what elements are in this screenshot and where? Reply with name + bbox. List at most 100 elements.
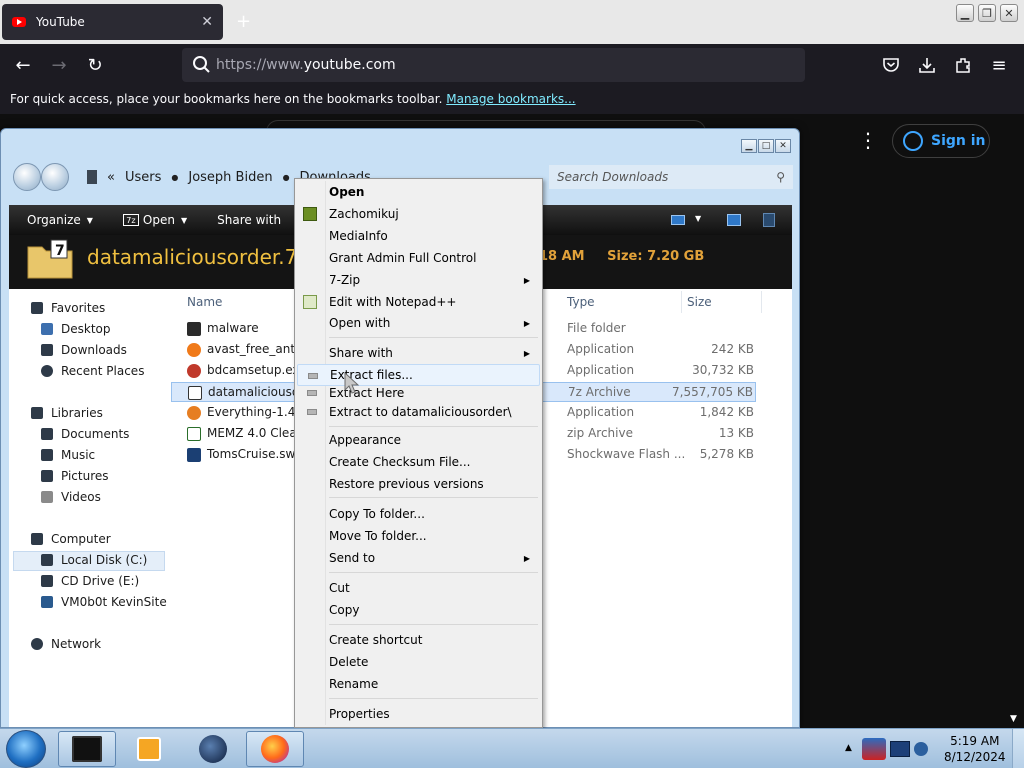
- desktop-icon: [41, 323, 53, 335]
- menu-appearance[interactable]: Appearance: [297, 429, 540, 451]
- menu-share-with[interactable]: Share with ▶: [297, 342, 540, 364]
- tray-network-icon[interactable]: [914, 742, 928, 756]
- nav-libraries[interactable]: Libraries: [31, 404, 103, 422]
- scroll-down-arrow-icon[interactable]: ▼: [1010, 714, 1017, 724]
- pocket-icon[interactable]: [878, 52, 904, 78]
- sign-in-button[interactable]: Sign in: [892, 124, 990, 158]
- menu-edit-notepad[interactable]: Edit with Notepad++: [297, 291, 540, 313]
- nav-documents[interactable]: Documents: [41, 425, 129, 443]
- taskbar-explorer-button[interactable]: [58, 731, 116, 767]
- help-icon[interactable]: [763, 213, 775, 227]
- file-type: Application: [567, 342, 635, 356]
- file-name: malware: [207, 321, 259, 335]
- tray-app-icon[interactable]: [862, 738, 886, 760]
- column-header-type[interactable]: Type: [567, 295, 595, 309]
- breadcrumb-separator-icon[interactable]: ●: [171, 173, 178, 182]
- breadcrumb-users[interactable]: Users: [125, 170, 161, 185]
- nav-vm-site[interactable]: VM0b0t KevinSite: [41, 593, 167, 611]
- menu-properties[interactable]: Properties: [297, 703, 540, 725]
- start-button[interactable]: [6, 730, 46, 768]
- nav-recent-places[interactable]: Recent Places: [41, 362, 144, 380]
- overflow-chevron-icon[interactable]: «: [107, 170, 115, 185]
- nav-network[interactable]: Network: [31, 635, 101, 653]
- new-tab-icon[interactable]: +: [236, 11, 251, 32]
- menu-open[interactable]: Open: [297, 181, 540, 203]
- black-box-icon: [72, 736, 102, 762]
- forward-arrow-icon[interactable]: →: [46, 52, 72, 78]
- menu-7zip[interactable]: 7-Zip ▶: [297, 269, 540, 291]
- nav-music[interactable]: Music: [41, 446, 95, 464]
- show-hidden-icons-arrow[interactable]: ▲: [845, 743, 852, 753]
- more-options-icon[interactable]: ⋮: [858, 128, 878, 152]
- column-header-name[interactable]: Name: [187, 295, 222, 309]
- forward-button[interactable]: [41, 163, 69, 191]
- breadcrumb-separator-icon[interactable]: ●: [283, 173, 290, 182]
- menu-create-shortcut[interactable]: Create shortcut: [297, 629, 540, 651]
- nav-downloads[interactable]: Downloads: [41, 341, 127, 359]
- menu-zachomikuj[interactable]: Zachomikuj: [297, 203, 540, 225]
- open-button[interactable]: 7z Open ▼: [122, 213, 187, 227]
- organize-button[interactable]: Organize ▼: [27, 213, 93, 227]
- view-dropdown-icon[interactable]: ▼: [695, 214, 701, 223]
- url-bar[interactable]: https://www.youtube.com: [182, 48, 805, 82]
- column-divider[interactable]: [681, 291, 682, 313]
- menu-grant-admin[interactable]: Grant Admin Full Control: [297, 247, 540, 269]
- menu-delete[interactable]: Delete: [297, 651, 540, 673]
- restore-window-button[interactable]: ❐: [978, 4, 996, 22]
- browser-nav-bar: ← → ↻ https://www.youtube.com ≡: [0, 44, 1024, 86]
- search-downloads-input[interactable]: Search Downloads ⚲: [549, 165, 793, 189]
- explorer-close-button[interactable]: ✕: [775, 139, 791, 153]
- menu-mediainfo[interactable]: MediaInfo: [297, 225, 540, 247]
- tab-youtube[interactable]: YouTube ✕: [2, 4, 223, 40]
- nav-videos[interactable]: Videos: [41, 488, 101, 506]
- menu-copy[interactable]: Copy: [297, 599, 540, 621]
- column-header-size[interactable]: Size: [687, 295, 712, 309]
- tray-monitor-icon[interactable]: [890, 741, 910, 757]
- extensions-icon[interactable]: [950, 52, 976, 78]
- menu-move-to-folder[interactable]: Move To folder...: [297, 525, 540, 547]
- nav-computer[interactable]: Computer: [31, 530, 111, 548]
- menu-extract-to[interactable]: Extract to datamaliciousorder\: [297, 401, 540, 423]
- menu-open-with[interactable]: Open with ▶: [297, 312, 540, 334]
- nav-desktop[interactable]: Desktop: [41, 320, 111, 338]
- menu-copy-to-folder[interactable]: Copy To folder...: [297, 503, 540, 525]
- libraries-icon: [31, 407, 43, 419]
- preview-pane-icon[interactable]: [727, 214, 741, 226]
- explorer-minimize-button[interactable]: ▁: [741, 139, 757, 153]
- share-with-button[interactable]: Share with: [217, 213, 281, 227]
- downloads-icon[interactable]: [914, 52, 940, 78]
- hamburger-menu-icon[interactable]: ≡: [986, 52, 1012, 78]
- menu-separator: [329, 337, 538, 338]
- explorer-maximize-button[interactable]: □: [758, 139, 774, 153]
- menu-cut[interactable]: Cut: [297, 577, 540, 599]
- menu-restore-versions[interactable]: Restore previous versions: [297, 473, 540, 495]
- reload-icon[interactable]: ↻: [82, 52, 108, 78]
- file-name: TomsCruise.swf: [207, 447, 300, 461]
- menu-create-checksum[interactable]: Create Checksum File...: [297, 451, 540, 473]
- manage-bookmarks-link[interactable]: Manage bookmarks...: [446, 92, 575, 106]
- nav-favorites[interactable]: Favorites: [31, 299, 105, 317]
- computer-icon: [31, 533, 43, 545]
- close-window-button[interactable]: ✕: [1000, 4, 1018, 22]
- taskbar-media-player-button[interactable]: [120, 731, 178, 767]
- search-icon[interactable]: ⚲: [776, 170, 785, 184]
- breadcrumb-user[interactable]: Joseph Biden: [188, 170, 272, 185]
- view-options-icon[interactable]: [671, 215, 685, 225]
- taskbar-firefox-button[interactable]: [246, 731, 304, 767]
- nav-cd-drive[interactable]: CD Drive (E:): [41, 572, 139, 590]
- nav-pictures[interactable]: Pictures: [41, 467, 109, 485]
- archive-folder-icon: 7: [27, 239, 73, 279]
- system-clock[interactable]: 5:19 AM 8/12/2024: [944, 733, 1006, 765]
- close-tab-icon[interactable]: ✕: [201, 14, 213, 30]
- minimize-window-button[interactable]: ▁: [956, 4, 974, 22]
- show-desktop-button[interactable]: [1012, 729, 1024, 768]
- nav-local-disk[interactable]: Local Disk (C:): [41, 551, 147, 569]
- back-arrow-icon[interactable]: ←: [10, 52, 36, 78]
- menu-rename[interactable]: Rename: [297, 673, 540, 695]
- taskbar-globe-button[interactable]: [184, 731, 242, 767]
- column-divider[interactable]: [761, 291, 762, 313]
- back-button[interactable]: [13, 163, 41, 191]
- submenu-arrow-icon: ▶: [523, 348, 530, 358]
- bookmarks-message: For quick access, place your bookmarks h…: [10, 92, 443, 106]
- menu-send-to[interactable]: Send to ▶: [297, 547, 540, 569]
